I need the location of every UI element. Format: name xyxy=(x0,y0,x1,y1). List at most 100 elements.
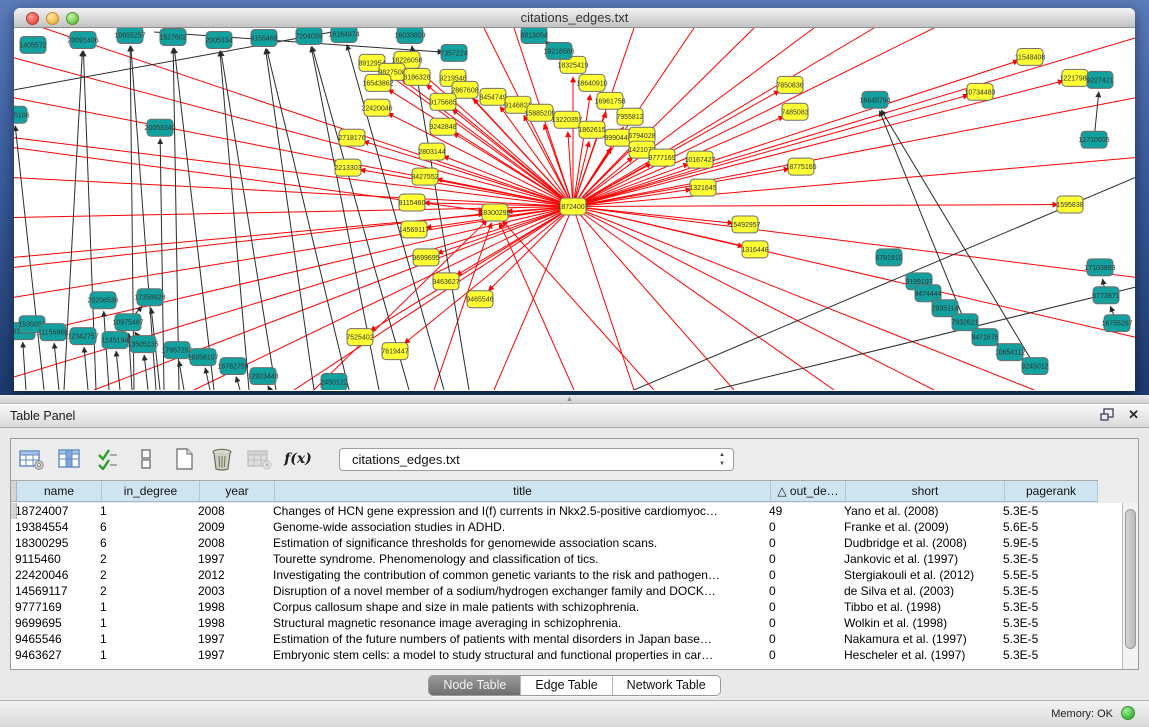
graph-node[interactable]: 18775165 xyxy=(785,158,816,175)
graph-node[interactable]: 9175685 xyxy=(429,93,456,110)
graph-node[interactable]: 9227421 xyxy=(1086,71,1113,88)
graph-node[interactable]: 8427552 xyxy=(411,168,438,185)
graph-node[interactable]: 1595838 xyxy=(1056,196,1083,213)
select-rows-icon[interactable] xyxy=(95,447,121,471)
graph-node[interactable]: 1321645 xyxy=(689,179,716,196)
graph-node[interactable]: 16958107 xyxy=(187,349,218,366)
table-row[interactable]: 1456911722003Disruption of a novel membe… xyxy=(11,583,1124,599)
table-row[interactable]: 2242004622012Investigating the contribut… xyxy=(11,567,1124,583)
column-header-name[interactable]: name xyxy=(17,481,102,501)
graph-node[interactable]: 2718176 xyxy=(338,129,365,146)
column-header-year[interactable]: year xyxy=(200,481,275,501)
graph-node[interactable]: 20206536 xyxy=(87,292,118,309)
graph-node[interactable]: 6791910 xyxy=(875,249,902,266)
graph-node[interactable]: 11548408 xyxy=(1015,48,1046,65)
column-header-pagerank[interactable]: pagerank xyxy=(1005,481,1098,501)
graph-node[interactable]: 9242848 xyxy=(429,118,456,135)
table-row[interactable]: 1872400712008Changes of HCN gene express… xyxy=(11,503,1124,519)
graph-node[interactable]: 12342757 xyxy=(67,328,98,345)
table-selector-dropdown[interactable]: citations_edges.txt ▲▼ xyxy=(339,448,734,471)
graph-node[interactable]: 9463627 xyxy=(432,273,459,290)
graph-node[interactable]: 17103893 xyxy=(1084,259,1115,276)
graph-node[interactable]: 8186328 xyxy=(403,68,430,85)
graph-node[interactable]: 9777169 xyxy=(648,149,675,166)
graph-node[interactable]: 1316448 xyxy=(741,241,768,258)
network-canvas[interactable]: 1872400718300295891295418226058982750816… xyxy=(14,28,1135,390)
table-settings-icon[interactable] xyxy=(19,447,45,471)
graph-node[interactable]: 2803144 xyxy=(418,143,445,160)
graph-node[interactable]: 10655257 xyxy=(114,28,145,43)
graph-node[interactable]: 18724007 xyxy=(557,198,588,215)
column-header-short[interactable]: short xyxy=(846,481,1005,501)
graph-node[interactable]: 6772871 xyxy=(1092,287,1119,304)
float-window-icon[interactable] xyxy=(1100,408,1116,422)
table-row[interactable]: 969969511998Structural magnetic resonanc… xyxy=(11,615,1124,631)
tab-node-table[interactable]: Node Table xyxy=(429,676,520,695)
column-settings-icon[interactable] xyxy=(57,447,83,471)
graph-node[interactable]: 16755267 xyxy=(1101,315,1132,332)
graph-node[interactable]: 1405572 xyxy=(19,36,46,53)
column-header-out_de[interactable]: △ out_de… xyxy=(771,481,846,501)
graph-node[interactable]: 1145194 xyxy=(102,332,129,349)
graph-node[interactable]: 1527602 xyxy=(159,28,186,45)
graph-node[interactable]: 22420046 xyxy=(361,99,392,116)
graph-node[interactable]: 10167427 xyxy=(684,151,715,168)
graph-node[interactable]: 7525402 xyxy=(346,329,373,346)
graph-node[interactable]: 7850836 xyxy=(776,76,803,93)
graph-node[interactable]: 8813054 xyxy=(520,28,547,43)
graph-node[interactable]: 9699695 xyxy=(412,249,439,266)
graph-node[interactable]: 8454749 xyxy=(479,88,506,105)
graph-node[interactable]: 2450122 xyxy=(320,374,347,390)
graph-node[interactable]: 9245012 xyxy=(1021,358,1048,375)
splitter-grip-icon[interactable]: ▲ xyxy=(566,396,573,403)
graph-node[interactable]: 15492957 xyxy=(729,216,760,233)
graph-node[interactable]: 14569117 xyxy=(399,221,430,238)
graph-node[interactable]: 16033809 xyxy=(394,28,425,43)
graph-node[interactable]: 8471676 xyxy=(971,329,998,346)
graph-node[interactable]: 2005334 xyxy=(205,31,232,48)
graph-node[interactable]: 9155469 xyxy=(250,29,277,46)
graph-node[interactable]: 17359928 xyxy=(134,289,165,306)
graph-node[interactable]: 19218586 xyxy=(543,42,574,59)
table-row[interactable]: 911546021997Tourette syndrome. Phenomeno… xyxy=(11,551,1124,567)
graph-node[interactable]: 13220357 xyxy=(551,111,582,128)
graph-node[interactable]: 10654112 xyxy=(995,344,1026,361)
table-row[interactable]: 977716911998Corpus callosum shape and si… xyxy=(11,599,1124,615)
graph-node[interactable]: 16782759 xyxy=(217,358,248,375)
graph-node[interactable]: 2213303 xyxy=(334,159,361,176)
graph-node[interactable]: 12923448 xyxy=(247,368,278,385)
table-row[interactable]: 946554611997Estimation of the future num… xyxy=(11,631,1124,647)
table-row[interactable]: 1830029562008Estimation of significance … xyxy=(11,535,1124,551)
graph-node[interactable]: 16164974 xyxy=(328,28,359,42)
graph-node[interactable]: 12710605 xyxy=(1078,131,1109,148)
graph-node[interactable]: 7955812 xyxy=(616,108,643,125)
graph-node[interactable]: 9474444 xyxy=(914,285,941,302)
column-header-in_degree[interactable]: in_degree xyxy=(102,481,200,501)
panel-splitter[interactable]: ▲ xyxy=(0,395,1149,404)
tab-network-table[interactable]: Network Table xyxy=(612,676,720,695)
graph-node[interactable]: 11156868 xyxy=(38,324,68,341)
graph-node[interactable]: 20053340 xyxy=(144,119,175,136)
graph-node[interactable]: 18300295 xyxy=(479,204,510,221)
close-panel-icon[interactable]: ✕ xyxy=(1128,407,1139,423)
graph-node[interactable]: 7485083 xyxy=(781,103,808,120)
graph-node[interactable]: 10975487 xyxy=(112,314,143,331)
graph-node[interactable]: 9115460 xyxy=(399,194,426,211)
graph-node[interactable]: 7204059 xyxy=(295,28,322,44)
merge-cells-icon[interactable] xyxy=(133,447,159,471)
network-window-titlebar[interactable]: citations_edges.txt xyxy=(14,8,1135,28)
graph-node[interactable]: 18640910 xyxy=(576,74,607,91)
table-row[interactable]: 946362711997Embryonic stem cells: a mode… xyxy=(11,647,1124,663)
function-builder-icon[interactable]: f(x) xyxy=(285,447,311,471)
graph-node[interactable]: 13505135 xyxy=(127,336,158,353)
graph-node[interactable]: 9465546 xyxy=(466,291,493,308)
new-document-icon[interactable] xyxy=(171,447,197,471)
delete-icon[interactable] xyxy=(209,447,235,471)
table-vertical-scrollbar[interactable] xyxy=(1122,503,1138,669)
table-row[interactable]: 1938455462009Genome-wide association stu… xyxy=(11,519,1124,535)
graph-node[interactable]: 7619447 xyxy=(381,343,408,360)
column-header-title[interactable]: title xyxy=(275,481,771,501)
graph-node[interactable]: 16648794 xyxy=(859,91,890,108)
tab-edge-table[interactable]: Edge Table xyxy=(520,676,611,695)
graph-node[interactable]: 16961758 xyxy=(594,92,625,109)
